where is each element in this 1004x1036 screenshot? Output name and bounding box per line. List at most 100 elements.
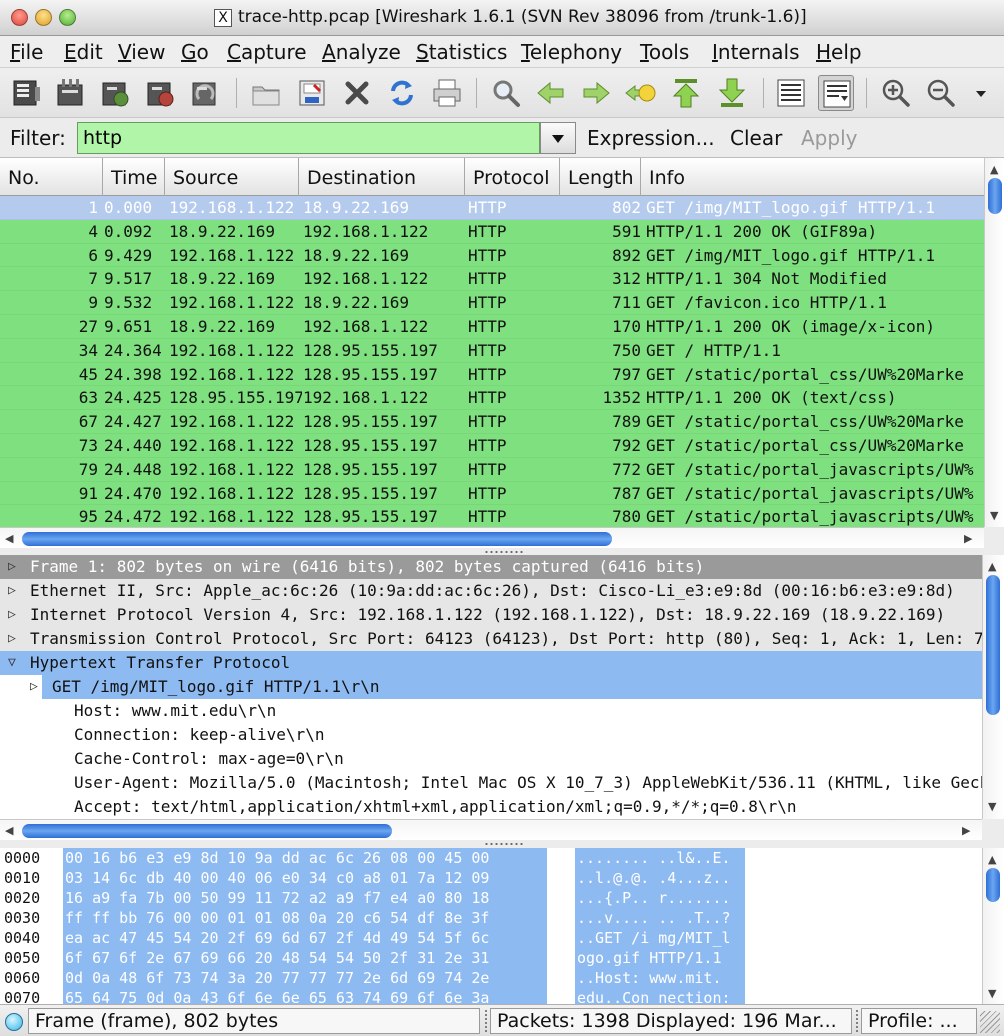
scroll-thumb[interactable] <box>986 575 1000 715</box>
details-vertical-scrollbar[interactable]: ▲ ▼ <box>982 555 1004 819</box>
column-header-source[interactable]: Source <box>165 158 299 196</box>
column-header-time[interactable]: Time <box>103 158 165 196</box>
packet-row[interactable]: 63 24.425 128.95.155.197 192.168.1.122 HTTP 1… <box>0 386 984 411</box>
hex-dump-hex[interactable]: 0d 0a 48 6f 73 74 3a 20 77 77 77 2e 6d 6… <box>63 968 547 988</box>
hex-dump-ascii[interactable]: ..l.@.@. .4...z.. <box>575 868 745 888</box>
scroll-thumb[interactable] <box>22 532 612 546</box>
menu-go[interactable]: Go <box>181 40 209 64</box>
menu-file[interactable]: File <box>10 40 43 64</box>
go-to-last-packet-icon[interactable] <box>714 75 750 111</box>
packet-row[interactable]: 9 9.532 192.168.1.122 18.9.22.169 HTTP 711 GET… <box>0 291 984 315</box>
hex-dump-ascii[interactable]: ...{.P.. r....... <box>575 888 745 908</box>
menu-internals[interactable]: Internals <box>712 40 800 64</box>
go-back-icon[interactable] <box>533 75 569 111</box>
hex-dump-hex[interactable]: 00 16 b6 e3 e9 8d 10 9a dd ac 6c 26 08 0… <box>63 848 547 868</box>
detail-tree-item[interactable]: ▷ Ethernet II, Src: Apple_ac:6c:26 (10:9a… <box>0 579 982 603</box>
scroll-right-arrow-icon[interactable]: ▶ <box>962 824 970 837</box>
bytes-vertical-scrollbar[interactable]: ▲ ▼ <box>982 848 1004 1004</box>
stop-capture-icon[interactable] <box>142 75 178 111</box>
column-header-no[interactable]: No. <box>0 158 103 196</box>
detail-tree-item[interactable]: Cache-Control: max-age=0\r\n <box>0 747 982 771</box>
status-divider[interactable] <box>855 1009 859 1033</box>
zoom-in-icon[interactable] <box>878 75 914 111</box>
packet-list-horizontal-scrollbar[interactable]: ◀ ▶ <box>0 527 984 549</box>
apply-filter-button[interactable]: Apply <box>801 126 857 150</box>
expand-triangle-icon[interactable]: ▷ <box>8 627 16 651</box>
menu-statistics[interactable]: Statistics <box>416 40 507 64</box>
go-to-first-packet-icon[interactable] <box>668 75 704 111</box>
scroll-up-arrow-icon[interactable]: ▲ <box>988 561 996 572</box>
scroll-up-arrow-icon[interactable]: ▲ <box>990 164 998 175</box>
hex-dump-hex[interactable]: 65 64 75 0d 0a 43 6f 6e 6e 65 63 74 69 6… <box>63 988 547 1004</box>
close-file-icon[interactable] <box>339 75 375 111</box>
print-icon[interactable] <box>429 75 465 111</box>
minimize-window-button[interactable] <box>35 9 52 26</box>
scroll-down-arrow-icon[interactable]: ▼ <box>988 801 996 812</box>
scroll-thumb[interactable] <box>986 868 1000 902</box>
menu-analyze[interactable]: Analyze <box>322 40 401 64</box>
find-packet-icon[interactable] <box>488 75 524 111</box>
menu-capture[interactable]: Capture <box>227 40 307 64</box>
colorize-list-icon[interactable] <box>773 75 809 111</box>
expert-info-icon[interactable] <box>5 1013 23 1031</box>
close-window-button[interactable] <box>11 9 28 26</box>
detail-tree-item[interactable]: User-Agent: Mozilla/5.0 (Macintosh; Inte… <box>0 771 982 795</box>
expand-triangle-icon[interactable]: ▷ <box>8 579 16 603</box>
detail-tree-item[interactable]: Connection: keep-alive\r\n <box>0 723 982 747</box>
resize-grip-icon[interactable] <box>980 1011 1000 1033</box>
scroll-down-arrow-icon[interactable]: ▼ <box>988 988 996 999</box>
menu-tools[interactable]: Tools <box>640 40 689 64</box>
status-divider[interactable] <box>484 1009 488 1033</box>
filter-history-dropdown[interactable] <box>540 122 576 154</box>
expression-button[interactable]: Expression... <box>587 126 715 150</box>
expand-triangle-icon[interactable]: ▷ <box>8 603 16 627</box>
go-forward-icon[interactable] <box>578 75 614 111</box>
collapse-triangle-icon[interactable]: ▽ <box>8 651 16 675</box>
display-filter-input[interactable] <box>77 122 540 154</box>
menu-edit[interactable]: Edit <box>64 40 103 64</box>
hex-dump-ascii[interactable]: ogo.gif HTTP/1.1 <box>575 948 745 968</box>
auto-scroll-icon[interactable] <box>818 75 854 111</box>
detail-tree-item[interactable]: ▷ GET /img/MIT_logo.gif HTTP/1.1\r\n <box>0 675 982 699</box>
column-header-info[interactable]: Info <box>641 158 984 196</box>
toolbar-overflow-chevron-icon[interactable] <box>966 75 996 111</box>
hex-dump-ascii[interactable]: ........ ..l&..E. <box>575 848 745 868</box>
detail-tree-item[interactable]: ▷ Transmission Control Protocol, Src Port… <box>0 627 982 651</box>
save-file-icon[interactable] <box>294 75 330 111</box>
restart-capture-icon[interactable] <box>187 75 223 111</box>
detail-tree-item[interactable]: Host: www.mit.edu\r\n <box>0 699 982 723</box>
capture-options-icon[interactable] <box>52 75 88 111</box>
clear-filter-button[interactable]: Clear <box>730 126 782 150</box>
packet-row[interactable]: 95 24.472 192.168.1.122 128.95.155.197 HTTP 7… <box>0 505 984 527</box>
menu-view[interactable]: View <box>118 40 165 64</box>
packet-row[interactable]: 45 24.398 192.168.1.122 128.95.155.197 HTTP 7… <box>0 362 984 387</box>
packet-row[interactable]: 6 9.429 192.168.1.122 18.9.22.169 HTTP 892 GET… <box>0 243 984 268</box>
hex-dump-ascii[interactable]: ...v.... .. .T..? <box>575 908 745 928</box>
open-file-icon[interactable] <box>248 75 284 111</box>
detail-tree-item[interactable]: ▷ Frame 1: 802 bytes on wire (6416 bits),… <box>0 555 982 579</box>
scroll-left-arrow-icon[interactable]: ◀ <box>5 824 13 837</box>
detail-tree-item[interactable]: ▷ Internet Protocol Version 4, Src: 192.1… <box>0 603 982 627</box>
column-header-destination[interactable]: Destination <box>299 158 465 196</box>
start-capture-icon[interactable] <box>97 75 133 111</box>
scroll-thumb[interactable] <box>988 178 1002 214</box>
go-to-packet-icon[interactable] <box>623 75 659 111</box>
packet-row[interactable]: 91 24.470 192.168.1.122 128.95.155.197 HTTP 7… <box>0 481 984 506</box>
scroll-down-arrow-icon[interactable]: ▼ <box>990 510 998 521</box>
reload-icon[interactable] <box>384 75 420 111</box>
expand-triangle-icon[interactable]: ▷ <box>8 555 16 579</box>
expand-triangle-icon[interactable]: ▷ <box>30 675 38 699</box>
status-profile[interactable]: Profile: ... <box>861 1008 977 1034</box>
hex-dump-ascii[interactable]: ..GET /i mg/MIT_l <box>575 928 745 948</box>
packet-row[interactable]: 1 0.000 192.168.1.122 18.9.22.169 HTTP 802 GET… <box>0 196 984 220</box>
detail-tree-item[interactable]: Accept: text/html,application/xhtml+xml,… <box>0 795 982 819</box>
packet-row[interactable]: 27 9.651 18.9.22.169 192.168.1.122 HTTP 170 HT… <box>0 314 984 339</box>
zoom-out-icon[interactable] <box>923 75 959 111</box>
packet-row[interactable]: 7 9.517 18.9.22.169 192.168.1.122 HTTP 312 HTT… <box>0 267 984 292</box>
scroll-left-arrow-icon[interactable]: ◀ <box>5 532 13 545</box>
packet-row[interactable]: 4 0.092 18.9.22.169 192.168.1.122 HTTP 591 HTT… <box>0 219 984 244</box>
column-header-length[interactable]: Length <box>560 158 641 196</box>
hex-dump-ascii[interactable]: edu..Con nection: <box>575 988 745 1004</box>
hex-dump-hex[interactable]: 6f 67 6f 2e 67 69 66 20 48 54 54 50 2f 3… <box>63 948 547 968</box>
menu-help[interactable]: Help <box>816 40 862 64</box>
